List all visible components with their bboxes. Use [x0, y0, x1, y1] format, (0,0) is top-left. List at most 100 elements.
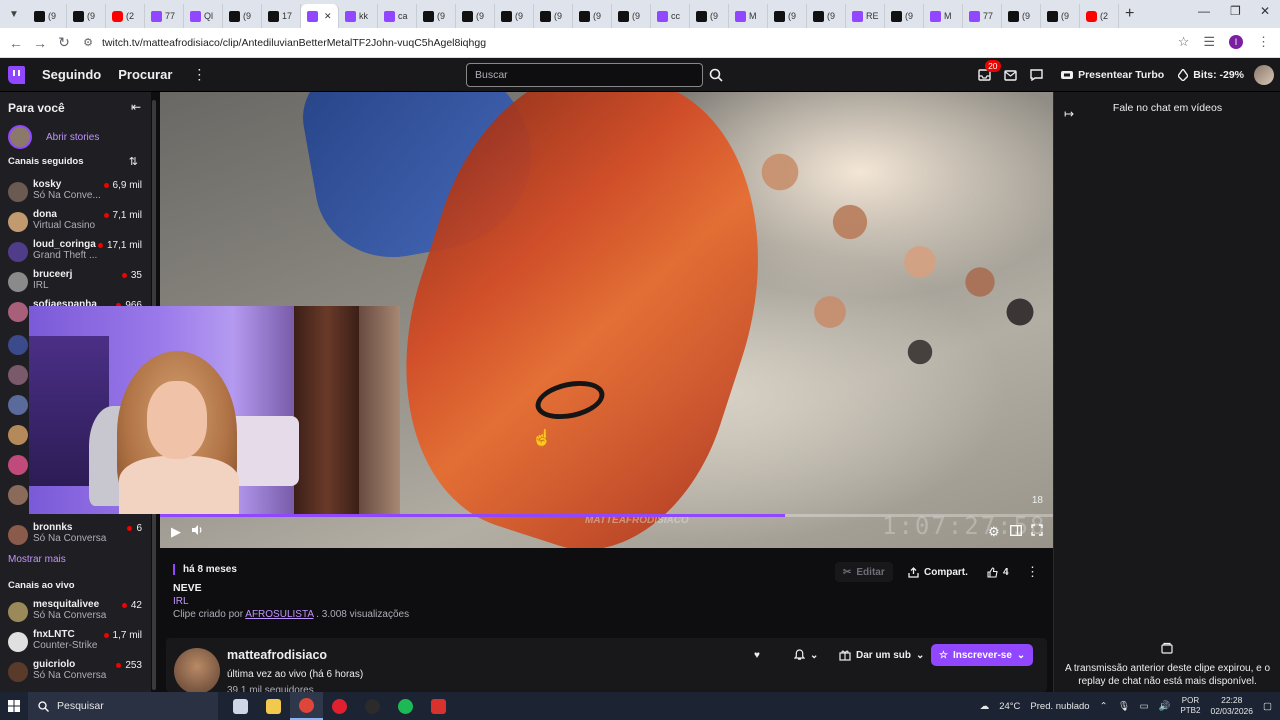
collapse-sidebar-icon[interactable]: ⇤ [131, 100, 141, 114]
twitch-logo-icon[interactable] [8, 65, 25, 84]
start-button[interactable] [0, 700, 28, 712]
browser-tab[interactable]: (9 [495, 4, 534, 28]
nav-following[interactable]: Seguindo [42, 67, 101, 82]
more-options-icon[interactable]: ⋮ [192, 66, 206, 83]
sidebar-channel[interactable]: fnxLNTC Counter-Strike 1,7 mil [8, 629, 148, 657]
browser-tab[interactable]: (9 [1002, 4, 1041, 28]
weather-text[interactable]: Pred. nublado [1030, 701, 1089, 712]
channel-name[interactable]: matteafrodisiaco [227, 648, 327, 662]
share-button[interactable]: Compart. [900, 562, 976, 582]
browser-tab[interactable]: 77 [145, 4, 184, 28]
browser-tab[interactable]: (9 [573, 4, 612, 28]
taskbar-clock[interactable]: 22:28 02/03/2026 [1210, 695, 1253, 717]
browser-tab[interactable]: (9 [612, 4, 651, 28]
taskbar-app-task-view[interactable] [224, 692, 257, 720]
browser-tab[interactable]: (9 [534, 4, 573, 28]
taskbar-app-file-explorer[interactable] [257, 692, 290, 720]
sidebar-channel[interactable]: mesquitalivee Só Na Conversa 42 [8, 599, 148, 627]
browser-tab[interactable]: (2 [1080, 4, 1119, 28]
channel-avatar[interactable] [8, 335, 28, 355]
microphone-icon[interactable]: 🎙 [1118, 701, 1130, 712]
theatre-mode-icon[interactable] [1010, 524, 1022, 539]
browser-tab[interactable]: cc [651, 4, 690, 28]
taskbar-app-opera[interactable] [323, 692, 356, 720]
notifications-button[interactable]: 20 [971, 60, 1001, 81]
browser-tab[interactable]: Ql [184, 4, 223, 28]
tab-search-icon[interactable]: ▼ [0, 0, 28, 28]
browser-tab[interactable]: (9 [28, 4, 67, 28]
tray-chevron-icon[interactable]: ⌃ [1100, 701, 1108, 712]
browser-tab[interactable]: ca [378, 4, 417, 28]
clip-creator-link[interactable]: AFROSULISTA [245, 609, 313, 620]
browser-tab[interactable]: ✕ [301, 4, 339, 28]
close-tab-icon[interactable]: ✕ [324, 11, 332, 22]
browser-tab[interactable]: M [729, 4, 768, 28]
bookmark-star-icon[interactable]: ☆ [1178, 34, 1190, 50]
browser-menu-icon[interactable]: ⋮ [1257, 34, 1270, 50]
channel-avatar[interactable] [8, 485, 28, 505]
fullscreen-icon[interactable] [1031, 524, 1043, 539]
reading-list-icon[interactable]: ☰ [1203, 34, 1215, 50]
sidebar-channel[interactable]: guicriolo Só Na Conversa 253 [8, 659, 148, 687]
browser-tab[interactable]: (2 [106, 4, 145, 28]
sort-icon[interactable]: ⇅ [129, 155, 138, 168]
play-button[interactable]: ▶ [171, 524, 181, 540]
browser-tab[interactable]: M [924, 4, 963, 28]
browser-tab[interactable]: (9 [807, 4, 846, 28]
sidebar-channel[interactable]: kosky Só Na Conve... 6,9 mil [8, 179, 148, 207]
settings-gear-icon[interactable]: ⚙ [988, 524, 1000, 540]
browser-tab[interactable]: (9 [690, 4, 729, 28]
notification-bell-button[interactable]: ⌄ [786, 644, 826, 666]
browser-tab[interactable]: (9 [768, 4, 807, 28]
sidebar-channel[interactable]: bruceerj IRL 35 [8, 269, 148, 297]
progress-bar[interactable] [160, 514, 1053, 517]
follow-heart-button[interactable]: ♥ [746, 644, 768, 666]
browser-tab[interactable]: (9 [223, 4, 262, 28]
stories-label[interactable]: Abrir stories [46, 132, 99, 143]
search-button[interactable] [704, 63, 728, 87]
search-input[interactable]: Buscar [466, 63, 703, 87]
browser-tab[interactable]: (9 [456, 4, 495, 28]
browser-tab[interactable]: (9 [417, 4, 456, 28]
channel-avatar[interactable] [8, 395, 28, 415]
network-icon[interactable]: ▭ [1140, 701, 1149, 712]
volume-button[interactable] [191, 524, 203, 539]
clip-category-link[interactable]: IRL [173, 596, 189, 607]
reload-button[interactable]: ↻ [52, 34, 76, 51]
new-tab-button[interactable]: + [1125, 5, 1134, 23]
gift-sub-button[interactable]: Dar um sub ⌄ [831, 644, 932, 666]
stories-row[interactable]: Abrir stories [8, 125, 99, 149]
taskbar-app-chrome[interactable] [290, 692, 323, 720]
weather-temp[interactable]: 24°C [999, 701, 1020, 712]
browser-tab[interactable]: (9 [1041, 4, 1080, 28]
show-more-link[interactable]: Mostrar mais [8, 554, 66, 565]
sidebar-channel[interactable]: dona Virtual Casino 7,1 mil [8, 209, 148, 237]
channel-avatar[interactable] [174, 648, 220, 694]
profile-avatar[interactable]: I [1229, 35, 1243, 49]
taskbar-search[interactable]: Pesquisar [28, 692, 218, 720]
browser-tab[interactable]: 17 [262, 4, 301, 28]
browser-tab[interactable]: (9 [885, 4, 924, 28]
forward-button[interactable]: → [28, 35, 52, 51]
sidebar-channel[interactable]: loud_coringa Grand Theft ... 17,1 mil [8, 239, 148, 267]
taskbar-app-spotify[interactable] [389, 692, 422, 720]
gift-turbo-button[interactable]: Presentear Turbo [1061, 69, 1164, 81]
stories-avatar[interactable] [8, 125, 32, 149]
close-window-button[interactable]: ✕ [1260, 4, 1270, 18]
channel-avatar[interactable] [8, 365, 28, 385]
taskbar-app-app-circle[interactable] [356, 692, 389, 720]
whispers-button[interactable] [997, 69, 1023, 81]
browser-tab[interactable]: kk [339, 4, 378, 28]
minimize-button[interactable]: — [1198, 4, 1210, 18]
notifications-icon[interactable]: ▢ [1263, 701, 1272, 712]
browser-tab[interactable]: (9 [67, 4, 106, 28]
back-button[interactable]: ← [4, 35, 28, 51]
maximize-button[interactable]: ❐ [1230, 4, 1241, 18]
user-avatar[interactable] [1254, 65, 1274, 85]
edit-button[interactable]: ✂ Editar [835, 562, 893, 582]
browser-tab[interactable]: 77 [963, 4, 1002, 28]
browser-tab[interactable]: RE [846, 4, 885, 28]
weather-icon[interactable]: ☁ [980, 701, 990, 712]
sidebar-channel[interactable]: bronnks Só Na Conversa 6 [8, 522, 148, 550]
site-info-icon[interactable]: ⚙ [76, 36, 100, 49]
